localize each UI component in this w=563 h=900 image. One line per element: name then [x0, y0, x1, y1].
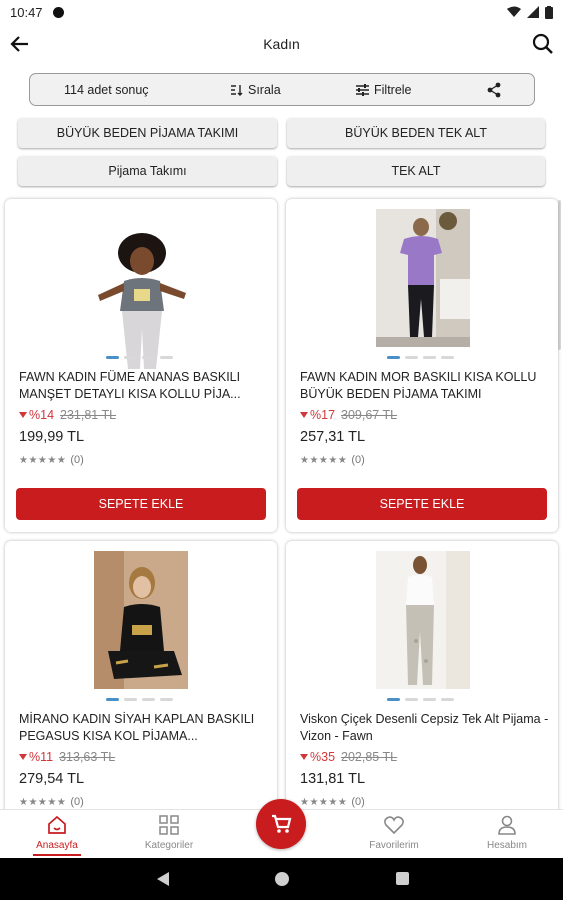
app-bar: Kadın	[0, 26, 563, 62]
rating-count: (0)	[351, 454, 365, 466]
image-pager	[106, 356, 173, 359]
result-count: 114 adet sonuç	[64, 82, 149, 97]
discount-percent: %35	[310, 750, 336, 764]
battery-icon	[545, 5, 553, 19]
product-image[interactable]	[94, 551, 188, 689]
add-to-cart-button[interactable]: SEPETE EKLE	[16, 488, 266, 520]
sort-label: Sırala	[248, 82, 281, 97]
status-bar: 10:47	[0, 0, 563, 24]
old-price: 231,81 TL	[60, 408, 117, 422]
product-image[interactable]	[376, 551, 470, 689]
product-rating: ★★★★★ (0)	[19, 796, 84, 808]
system-navigation-bar	[0, 858, 563, 900]
rating-stars-icon: ★★★★★	[19, 454, 67, 466]
nav-home[interactable]: Anasayfa	[12, 814, 102, 856]
nav-favorites-label: Favorilerim	[369, 840, 419, 851]
image-pager	[387, 698, 454, 701]
heart-icon	[384, 816, 404, 835]
down-arrow-icon	[300, 754, 308, 760]
nav-favorites[interactable]: Favorilerim	[349, 814, 439, 851]
shopping-cart-icon	[272, 814, 292, 833]
chip-tek-alt[interactable]: TEK ALT	[287, 156, 545, 186]
chip-buyuk-beden-tek-alt[interactable]: BÜYÜK BEDEN TEK ALT	[287, 118, 545, 148]
nav-account-label: Hesabım	[486, 840, 527, 851]
nav-categories-label: Kategoriler	[144, 840, 194, 851]
home-icon	[48, 815, 66, 834]
product-price: 131,81 TL	[300, 771, 366, 787]
product-card[interactable]: MİRANO KADIN SİYAH KAPLAN BASKILI PEGASU…	[5, 541, 277, 821]
product-card[interactable]: FAWN KADIN FÜME ANANAS BASKILI MANŞET DE…	[5, 199, 277, 532]
discount-percent: %14	[29, 408, 55, 422]
signal-icon	[527, 6, 539, 18]
status-icons	[507, 5, 553, 19]
chip-pijama-takimi[interactable]: Pijama Takımı	[18, 156, 277, 186]
cart-fab-button[interactable]	[256, 799, 306, 849]
grid-icon	[159, 815, 179, 835]
old-price: 202,85 TL	[341, 750, 398, 764]
product-rating: ★★★★★ (0)	[300, 796, 365, 808]
down-arrow-icon	[300, 412, 308, 418]
nav-active-indicator	[33, 854, 81, 856]
results-toolbar: 114 adet sonuç Sırala Filtrele	[29, 73, 535, 106]
product-card[interactable]: Viskon Çiçek Desenli Cepsiz Tek Alt Pija…	[286, 541, 558, 821]
system-back-icon[interactable]	[156, 871, 170, 887]
rating-count: (0)	[70, 796, 84, 808]
search-icon[interactable]	[531, 32, 555, 56]
product-image[interactable]	[376, 209, 470, 347]
product-rating: ★★★★★ (0)	[19, 454, 84, 466]
scrollbar[interactable]	[558, 200, 561, 350]
rating-stars-icon: ★★★★★	[300, 796, 348, 808]
filter-button[interactable]: Filtrele	[355, 83, 412, 97]
down-arrow-icon	[19, 754, 27, 760]
product-discount: %11 313,63 TL	[19, 750, 115, 764]
product-name[interactable]: MİRANO KADIN SİYAH KAPLAN BASKILI PEGASU…	[19, 711, 269, 745]
rating-stars-icon: ★★★★★	[300, 454, 348, 466]
system-recents-icon[interactable]	[396, 872, 409, 885]
filter-label: Filtrele	[374, 82, 412, 97]
old-price: 313,63 TL	[59, 750, 116, 764]
chip-buyuk-beden-pijama[interactable]: BÜYÜK BEDEN PİJAMA TAKIMI	[18, 118, 277, 148]
back-arrow-icon[interactable]	[8, 32, 32, 56]
page-title: Kadın	[263, 36, 300, 52]
product-image[interactable]	[94, 231, 188, 369]
rating-count: (0)	[70, 454, 84, 466]
rating-count: (0)	[351, 796, 365, 808]
nav-account[interactable]: Hesabım	[462, 814, 552, 851]
discount-percent: %17	[310, 408, 336, 422]
user-icon	[498, 815, 516, 835]
product-rating: ★★★★★ (0)	[300, 454, 365, 466]
product-price: 279,54 TL	[19, 771, 85, 787]
filter-icon	[356, 83, 369, 96]
product-name[interactable]: FAWN KADIN MOR BASKILI KISA KOLLU BÜYÜK …	[300, 369, 550, 403]
image-pager	[387, 356, 454, 359]
status-time: 10:47	[10, 4, 43, 20]
product-discount: %14 231,81 TL	[19, 408, 116, 422]
rating-stars-icon: ★★★★★	[19, 796, 67, 808]
product-name[interactable]: FAWN KADIN FÜME ANANAS BASKILI MANŞET DE…	[19, 369, 269, 403]
system-home-icon[interactable]	[275, 872, 289, 886]
down-arrow-icon	[19, 412, 27, 418]
product-price: 199,99 TL	[19, 429, 85, 445]
image-pager	[106, 698, 173, 701]
product-discount: %17 309,67 TL	[300, 408, 397, 422]
share-icon[interactable]	[486, 82, 502, 98]
product-price: 257,31 TL	[300, 429, 366, 445]
nav-categories[interactable]: Kategoriler	[124, 814, 214, 851]
discount-percent: %11	[29, 750, 54, 764]
nav-home-label: Anasayfa	[36, 840, 78, 851]
product-discount: %35 202,85 TL	[300, 750, 397, 764]
wifi-icon	[507, 6, 521, 17]
sort-icon	[231, 84, 243, 96]
sort-button[interactable]: Sırala	[230, 83, 281, 97]
product-card[interactable]: FAWN KADIN MOR BASKILI KISA KOLLU BÜYÜK …	[286, 199, 558, 532]
product-name[interactable]: Viskon Çiçek Desenli Cepsiz Tek Alt Pija…	[300, 711, 550, 745]
add-to-cart-button[interactable]: SEPETE EKLE	[297, 488, 547, 520]
old-price: 309,67 TL	[341, 408, 398, 422]
notification-dot-icon	[52, 6, 64, 18]
